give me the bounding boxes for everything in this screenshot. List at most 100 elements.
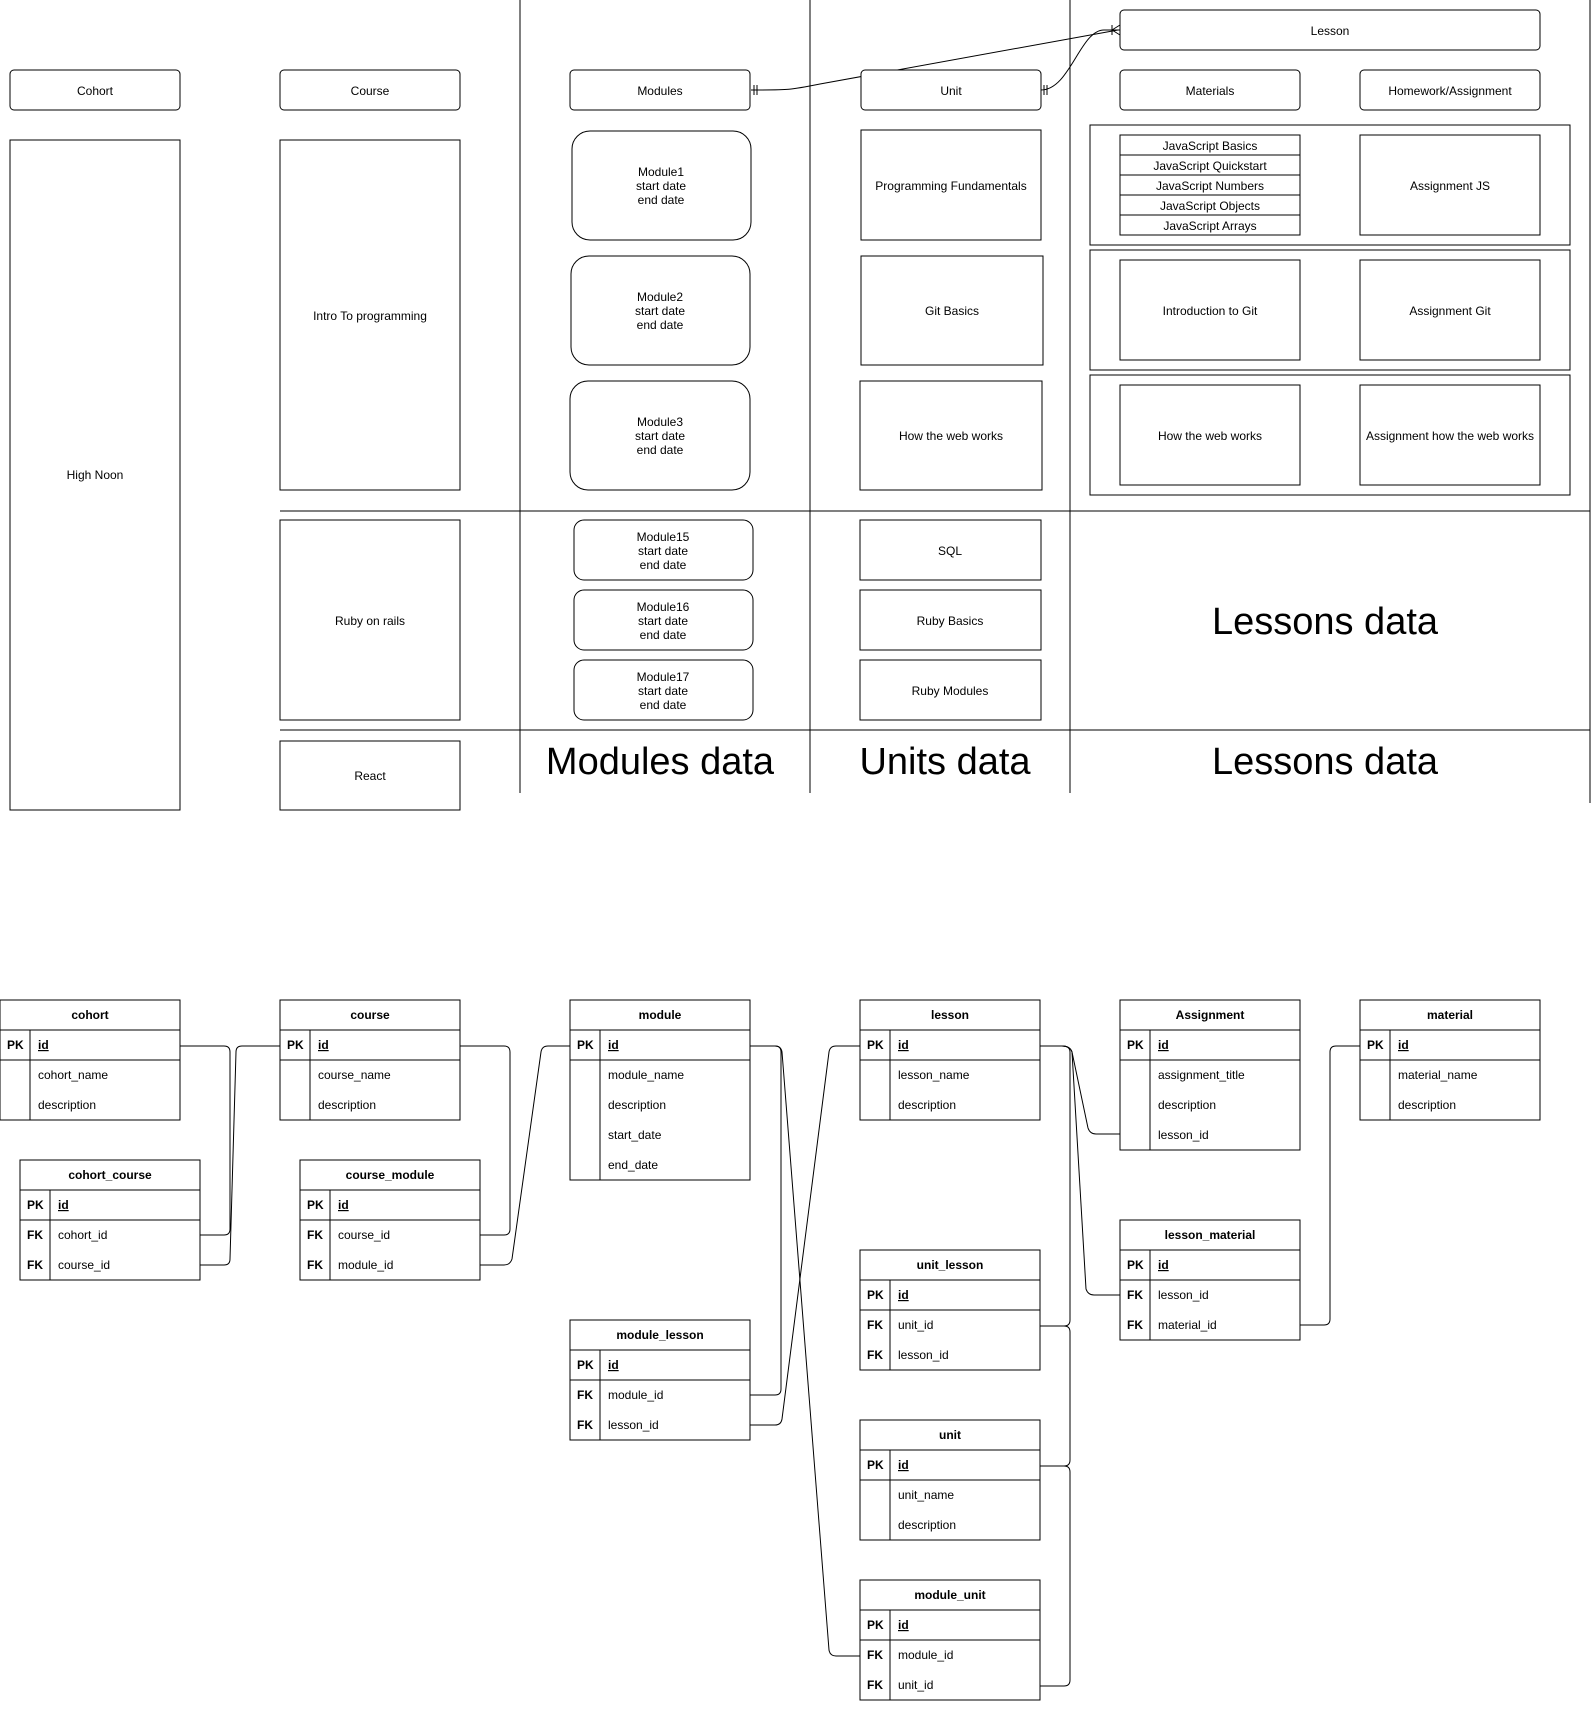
- er-field-label: id: [898, 1288, 909, 1302]
- er-field-label: description: [318, 1098, 376, 1112]
- er-table-title: course: [350, 1008, 390, 1022]
- er-field-label: start_date: [608, 1128, 662, 1142]
- header-modules-label: Modules: [637, 84, 682, 98]
- header-course-label: Course: [351, 84, 390, 98]
- er-table-module_lesson: module_lesson PK id FK module_id FK lesson_id: [569, 1319, 751, 1441]
- er-field-label: module_id: [608, 1388, 663, 1402]
- header-unit-label: Unit: [940, 84, 962, 98]
- module-1-name: Module1: [638, 165, 684, 179]
- materials-js-list: JavaScript Basics JavaScript Quickstart …: [1119, 134, 1301, 236]
- er-field-label: id: [338, 1198, 349, 1212]
- lessons-data-placeholder: Lessons data: [1212, 601, 1439, 643]
- er-key-label: PK: [27, 1198, 44, 1212]
- er-table-cohort: cohort PK id cohort_name description: [0, 999, 181, 1121]
- er-field-label: description: [1398, 1098, 1456, 1112]
- er-field-label: unit_id: [898, 1678, 933, 1692]
- er-table-title: unit: [939, 1428, 961, 1442]
- unit-5-label: Ruby Basics: [917, 614, 984, 628]
- module-15-start: start date: [638, 544, 688, 558]
- er-field-label: id: [318, 1038, 329, 1052]
- er-key-label: PK: [1127, 1038, 1144, 1052]
- module-2-name: Module2: [637, 290, 683, 304]
- er-table-module: module PK id module_name description start_da…: [569, 999, 751, 1181]
- er-key-label: PK: [867, 1458, 884, 1472]
- er-field-label: id: [1398, 1038, 1409, 1052]
- unit-1: Programming Fundamentals: [860, 129, 1042, 241]
- er-field-label: id: [898, 1618, 909, 1632]
- course-intro: Intro To programming: [279, 139, 461, 491]
- unit-2: Git Basics: [860, 255, 1044, 366]
- er-key-label: FK: [867, 1678, 883, 1692]
- unit-5: Ruby Basics: [859, 589, 1042, 651]
- er-table-course: course PK id course_name description: [279, 999, 461, 1121]
- material-web: How the web works: [1158, 429, 1262, 443]
- er-key-label: FK: [867, 1318, 883, 1332]
- course-intro-label: Intro To programming: [313, 309, 427, 323]
- er-table-assignment: Assignment PK id assignment_title descriptio…: [1119, 999, 1301, 1151]
- er-key-label: PK: [1127, 1258, 1144, 1272]
- er-key-label: PK: [577, 1038, 594, 1052]
- er-field-label: lesson_id: [608, 1418, 659, 1432]
- er-table-unit: unit PK id unit_name description: [859, 1419, 1041, 1541]
- unit-3: How the web works: [859, 380, 1043, 491]
- er-key-label: FK: [27, 1258, 43, 1272]
- course-react-label: React: [354, 769, 386, 783]
- cohort-box: High Noon: [9, 139, 181, 811]
- er-table-course_module: course_module PK id FK course_id FK module_id: [299, 1159, 481, 1281]
- er-field-label: description: [898, 1098, 956, 1112]
- er-field-label: description: [898, 1518, 956, 1532]
- er-key-label: FK: [867, 1348, 883, 1362]
- module-3-name: Module3: [637, 415, 683, 429]
- er-field-label: lesson_id: [898, 1348, 949, 1362]
- er-field-label: description: [38, 1098, 96, 1112]
- er-table-title: course_module: [346, 1168, 435, 1182]
- er-key-label: FK: [27, 1228, 43, 1242]
- assignment-web: Assignment how the web works: [1366, 429, 1534, 443]
- module-16-end: end date: [640, 628, 687, 642]
- module-17: Module17 start date end date: [573, 659, 754, 721]
- er-field-label: description: [1158, 1098, 1216, 1112]
- units-data-placeholder: Units data: [859, 741, 1031, 783]
- assignment-git: Assignment Git: [1409, 304, 1491, 318]
- modules-data-placeholder: Modules data: [546, 741, 775, 783]
- er-field-label: id: [58, 1198, 69, 1212]
- er-field-label: end_date: [608, 1158, 658, 1172]
- lesson-group-git: Introduction to Git Assignment Git: [1089, 249, 1571, 371]
- er-field-label: lesson_id: [1158, 1128, 1209, 1142]
- unit-4-label: SQL: [938, 544, 962, 558]
- er-table-lesson: lesson PK id lesson_name description: [859, 999, 1041, 1121]
- er-field-label: cohort_id: [58, 1228, 107, 1242]
- er-key-label: FK: [307, 1228, 323, 1242]
- er-table-title: cohort_course: [68, 1168, 152, 1182]
- er-table-title: cohort: [71, 1008, 108, 1022]
- er-key-label: FK: [1127, 1288, 1143, 1302]
- er-field-label: module_id: [898, 1648, 953, 1662]
- material-item: JavaScript Basics: [1163, 139, 1258, 153]
- er-key-label: FK: [1127, 1318, 1143, 1332]
- er-field-label: assignment_title: [1158, 1068, 1245, 1082]
- unit-4: SQL: [859, 519, 1042, 581]
- header-materials-label: Materials: [1186, 84, 1235, 98]
- header-cohort-label: Cohort: [77, 84, 114, 98]
- er-table-title: unit_lesson: [917, 1258, 984, 1272]
- unit-6-label: Ruby Modules: [912, 684, 989, 698]
- er-key-label: FK: [307, 1258, 323, 1272]
- material-item: JavaScript Numbers: [1156, 179, 1264, 193]
- er-key-label: PK: [307, 1198, 324, 1212]
- header-materials: Materials: [1119, 69, 1301, 111]
- header-homework: Homework/Assignment: [1359, 69, 1541, 111]
- lesson-group-js: JavaScript Basics JavaScript Quickstart …: [1089, 124, 1571, 246]
- er-field-label: lesson_name: [898, 1068, 970, 1082]
- header-unit: Unit: [860, 69, 1042, 111]
- module-3-start: start date: [635, 429, 685, 443]
- er-field-label: material_id: [1158, 1318, 1217, 1332]
- course-react: React: [279, 740, 461, 811]
- er-field-label: material_name: [1398, 1068, 1478, 1082]
- er-key-label: PK: [867, 1038, 884, 1052]
- cohort-name: High Noon: [67, 468, 124, 482]
- er-key-label: PK: [1367, 1038, 1384, 1052]
- er-field-label: course_id: [338, 1228, 390, 1242]
- module-3: Module3 start date end date: [569, 380, 751, 491]
- er-field-label: id: [1158, 1038, 1169, 1052]
- er-field-label: module_name: [608, 1068, 684, 1082]
